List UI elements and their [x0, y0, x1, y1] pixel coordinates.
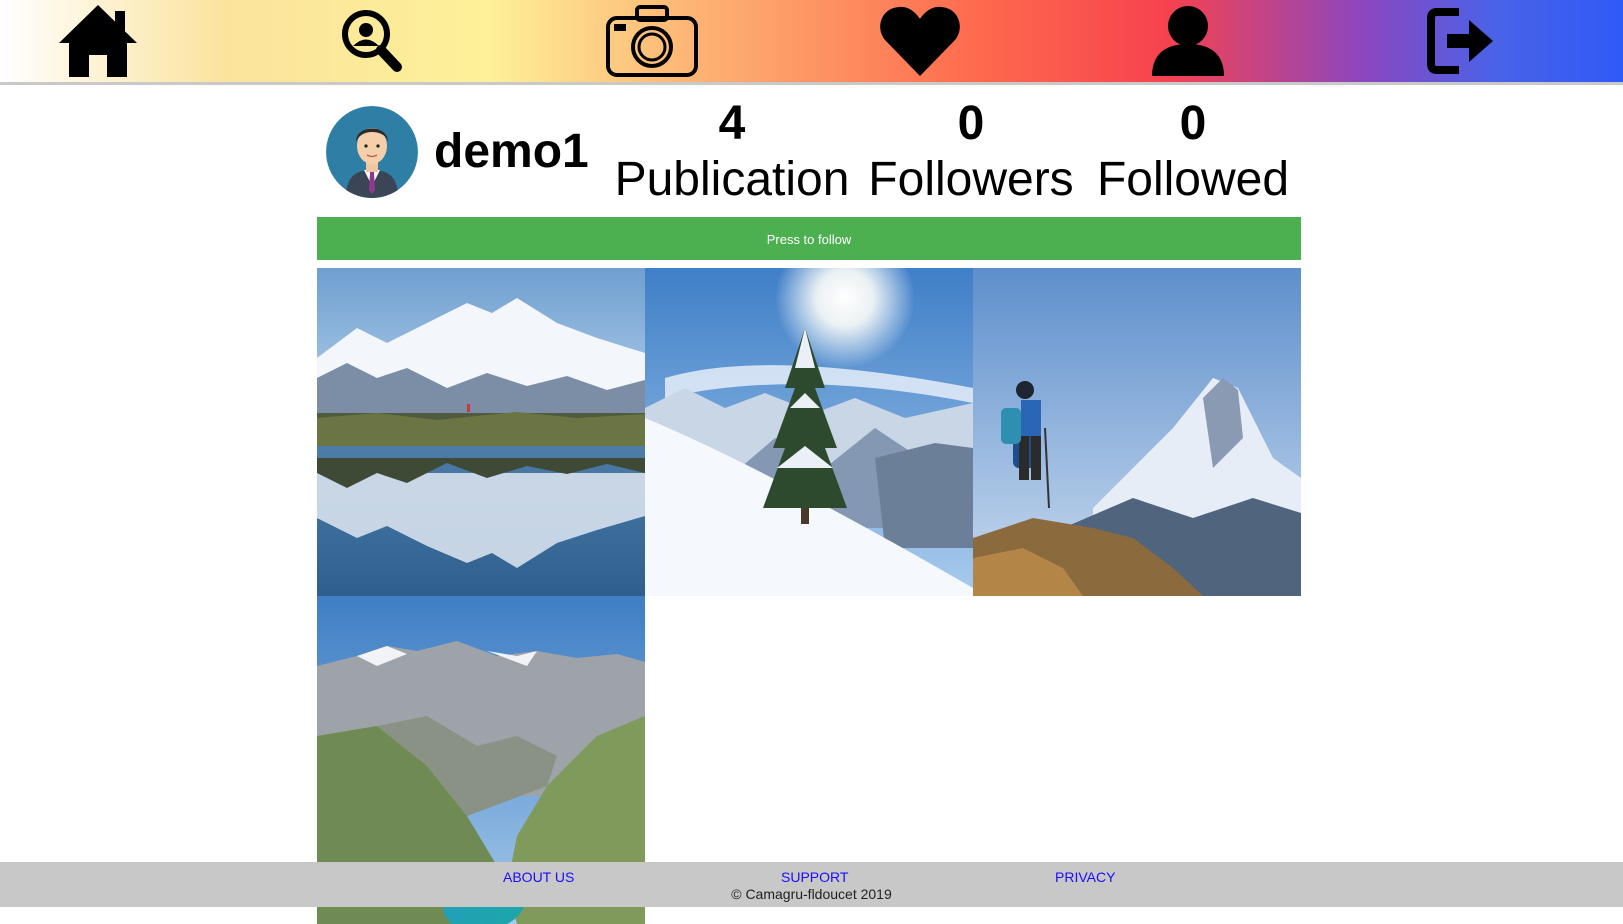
about-us-link[interactable]: ABOUT US	[503, 869, 574, 885]
followed-label: Followed	[1096, 153, 1290, 206]
heart-icon[interactable]	[870, 0, 970, 82]
profile-username: demo1	[434, 125, 589, 178]
search-icon[interactable]	[322, 0, 422, 82]
avatar	[326, 106, 418, 198]
stat-followed: 0 Followed	[1090, 96, 1296, 208]
privacy-link[interactable]: PRIVACY	[1055, 869, 1115, 885]
home-icon[interactable]	[48, 0, 148, 82]
user-icon[interactable]	[1138, 0, 1238, 82]
stat-publications: 4 Publication	[610, 96, 854, 208]
stat-followers: 0 Followers	[862, 96, 1080, 208]
followers-label: Followers	[868, 153, 1074, 206]
copyright-text: © Camagru-fldoucet 2019	[731, 886, 892, 902]
gallery-image-mountain-lake[interactable]	[317, 268, 645, 596]
gallery-image-hiker[interactable]	[973, 268, 1301, 596]
logout-icon[interactable]	[1412, 0, 1512, 82]
followed-count: 0	[1179, 97, 1207, 150]
profile-header: demo1 4 Publication 0 Followers 0 Follow…	[316, 94, 1306, 210]
publications-label: Publication	[614, 153, 850, 206]
publications-count: 4	[718, 97, 746, 150]
businessman-avatar-icon	[326, 106, 418, 198]
gallery-image-snowy-pine[interactable]	[645, 268, 973, 596]
camera-icon[interactable]	[602, 0, 702, 82]
footer: ABOUT US SUPPORT PRIVACY © Camagru-fldou…	[0, 862, 1623, 907]
top-navbar	[0, 0, 1623, 85]
follow-button[interactable]: Press to follow	[317, 217, 1301, 260]
followers-count: 0	[957, 97, 985, 150]
support-link[interactable]: SUPPORT	[781, 869, 848, 885]
